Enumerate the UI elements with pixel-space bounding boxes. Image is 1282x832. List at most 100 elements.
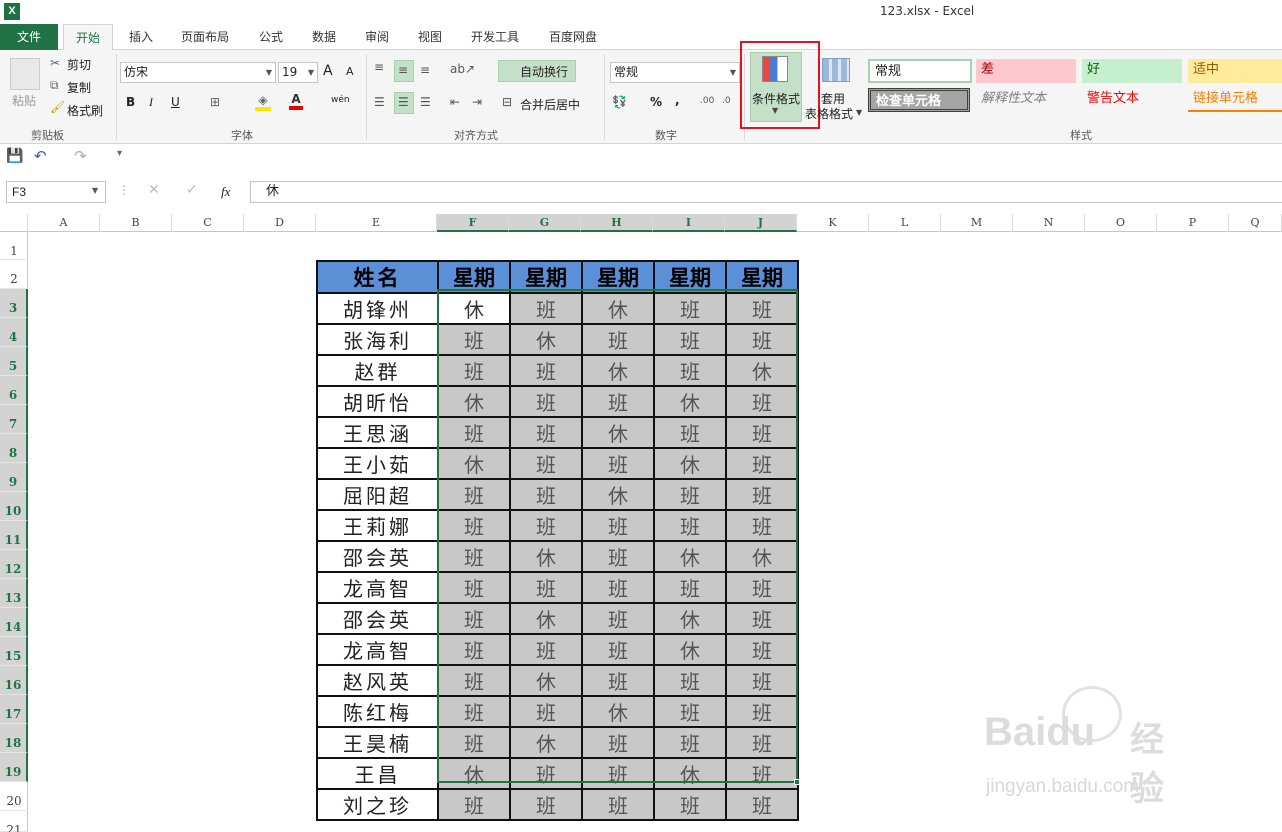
style-bad[interactable]: 差 [976, 59, 1076, 83]
name-cell[interactable]: 赵风英 [316, 664, 439, 697]
name-cell[interactable]: 邵会英 [316, 540, 439, 573]
increase-decimal-icon[interactable]: .00 [700, 96, 714, 106]
paste-button[interactable]: 粘贴 [12, 92, 36, 109]
shift-cell[interactable]: 休 [653, 385, 727, 418]
undo-icon[interactable]: ↶ [34, 147, 47, 165]
shift-cell[interactable]: 休 [725, 540, 799, 573]
tab-home[interactable]: 开始 [63, 24, 113, 51]
shift-cell[interactable]: 班 [653, 571, 727, 604]
shift-cell[interactable]: 休 [509, 726, 583, 759]
shift-cell[interactable]: 班 [581, 664, 655, 697]
insert-function-button[interactable]: fx [221, 184, 230, 200]
fill-handle[interactable] [794, 779, 800, 785]
shift-cell[interactable]: 班 [509, 695, 583, 728]
shift-cell[interactable]: 班 [653, 695, 727, 728]
font-size-combo[interactable]: 19 ▼ [278, 62, 318, 83]
name-cell[interactable]: 邵会英 [316, 602, 439, 635]
column-header[interactable]: C [172, 214, 244, 232]
shift-cell[interactable]: 班 [581, 633, 655, 666]
shift-cell[interactable]: 班 [437, 602, 511, 635]
shift-cell[interactable]: 班 [653, 509, 727, 542]
shift-cell[interactable]: 休 [437, 385, 511, 418]
shrink-font-button[interactable]: A [346, 65, 354, 78]
shift-cell[interactable]: 休 [581, 695, 655, 728]
shift-cell[interactable]: 班 [725, 509, 799, 542]
row-header[interactable]: 20 [0, 782, 28, 811]
shift-cell[interactable]: 班 [509, 416, 583, 449]
chevron-down-icon[interactable]: ▼ [92, 186, 98, 195]
name-cell[interactable]: 龙高智 [316, 571, 439, 604]
shift-cell[interactable]: 休 [653, 757, 727, 790]
shift-cell[interactable]: 班 [437, 478, 511, 511]
table-format-icon[interactable] [822, 58, 850, 82]
style-explanatory[interactable]: 解释性文本 [976, 88, 1076, 112]
shift-cell[interactable]: 休 [509, 540, 583, 573]
style-good[interactable]: 好 [1082, 59, 1182, 83]
shift-cell[interactable]: 休 [653, 540, 727, 573]
tab-formulas[interactable]: 公式 [250, 24, 292, 50]
shift-cell[interactable]: 班 [437, 695, 511, 728]
align-top-icon[interactable]: ≡ [374, 60, 384, 74]
align-left-icon[interactable]: ☰ [374, 95, 385, 109]
italic-button[interactable]: I [149, 95, 153, 110]
name-cell[interactable]: 陈红梅 [316, 695, 439, 728]
shift-cell[interactable]: 班 [725, 757, 799, 790]
header-cell-weekday[interactable]: 星期 [653, 260, 727, 294]
shift-cell[interactable]: 班 [725, 571, 799, 604]
row-header-selected[interactable]: 18 [0, 724, 28, 753]
row-header-selected[interactable]: 5 [0, 347, 28, 376]
style-linked-cell[interactable]: 链接单元格 [1188, 88, 1282, 112]
column-header[interactable]: D [244, 214, 316, 232]
shift-cell[interactable]: 休 [653, 602, 727, 635]
grow-font-button[interactable]: A [323, 63, 333, 79]
comma-button[interactable]: , [675, 93, 680, 107]
currency-icon[interactable]: 💱 [612, 95, 627, 109]
column-header[interactable]: B [100, 214, 172, 232]
shift-cell[interactable]: 班 [509, 385, 583, 418]
shift-cell[interactable]: 班 [437, 571, 511, 604]
name-cell[interactable]: 张海利 [316, 323, 439, 356]
style-normal[interactable]: 常规 [868, 59, 972, 83]
shift-cell[interactable]: 班 [437, 540, 511, 573]
header-cell-weekday[interactable]: 星期 [437, 260, 511, 294]
tab-insert[interactable]: 插入 [120, 24, 162, 50]
phonetic-button[interactable]: wén [331, 95, 350, 105]
shift-cell[interactable]: 休 [509, 323, 583, 356]
name-cell[interactable]: 龙高智 [316, 633, 439, 666]
shift-cell[interactable]: 班 [437, 323, 511, 356]
shift-cell[interactable]: 班 [725, 602, 799, 635]
shift-cell[interactable]: 班 [653, 726, 727, 759]
row-header-selected[interactable]: 14 [0, 608, 28, 637]
shift-cell[interactable]: 班 [653, 664, 727, 697]
shift-cell[interactable]: 休 [581, 354, 655, 387]
shift-cell[interactable]: 班 [509, 757, 583, 790]
name-cell[interactable]: 赵群 [316, 354, 439, 387]
merge-center-button[interactable]: 合并后居中 [520, 96, 580, 113]
tab-file[interactable]: 文件 [0, 24, 58, 50]
shift-cell[interactable]: 班 [725, 695, 799, 728]
header-cell-name[interactable]: 姓名 [316, 260, 439, 294]
shift-cell[interactable]: 班 [437, 664, 511, 697]
underline-button[interactable]: U [171, 95, 180, 109]
name-cell[interactable]: 王昊楠 [316, 726, 439, 759]
shift-cell[interactable]: 班 [653, 788, 727, 821]
name-cell[interactable]: 屈阳超 [316, 478, 439, 511]
shift-cell[interactable]: 休 [437, 757, 511, 790]
shift-cell[interactable]: 班 [509, 633, 583, 666]
row-header-selected[interactable]: 16 [0, 666, 28, 695]
column-header-selected[interactable]: H [581, 214, 653, 232]
shift-cell[interactable]: 班 [653, 416, 727, 449]
shift-cell[interactable]: 班 [509, 447, 583, 480]
row-header-selected[interactable]: 6 [0, 376, 28, 405]
shift-cell[interactable]: 班 [581, 788, 655, 821]
tab-baidu-netdisk[interactable]: 百度网盘 [538, 24, 608, 50]
name-cell[interactable]: 胡昕怡 [316, 385, 439, 418]
shift-cell[interactable]: 休 [509, 664, 583, 697]
enter-icon[interactable]: ✓ [186, 182, 198, 198]
fill-color-icon[interactable]: ◈ [255, 93, 271, 111]
header-cell-weekday[interactable]: 星期 [581, 260, 655, 294]
formula-input[interactable]: 休 [250, 181, 1282, 203]
row-header-selected[interactable]: 9 [0, 463, 28, 492]
select-all-corner[interactable] [0, 214, 28, 232]
decrease-indent-icon[interactable]: ⇤ [450, 95, 460, 109]
